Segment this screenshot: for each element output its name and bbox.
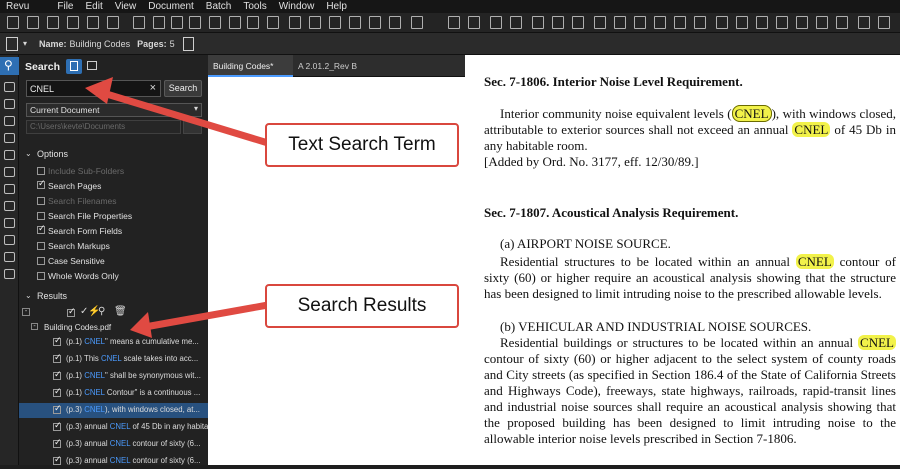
callout-search-results: Search Results xyxy=(265,284,459,328)
annotation-arrows xyxy=(85,77,270,338)
callout-text-search-term: Text Search Term xyxy=(265,123,459,167)
arrow-to-search-input xyxy=(85,77,270,147)
arrow-to-results xyxy=(130,301,269,338)
